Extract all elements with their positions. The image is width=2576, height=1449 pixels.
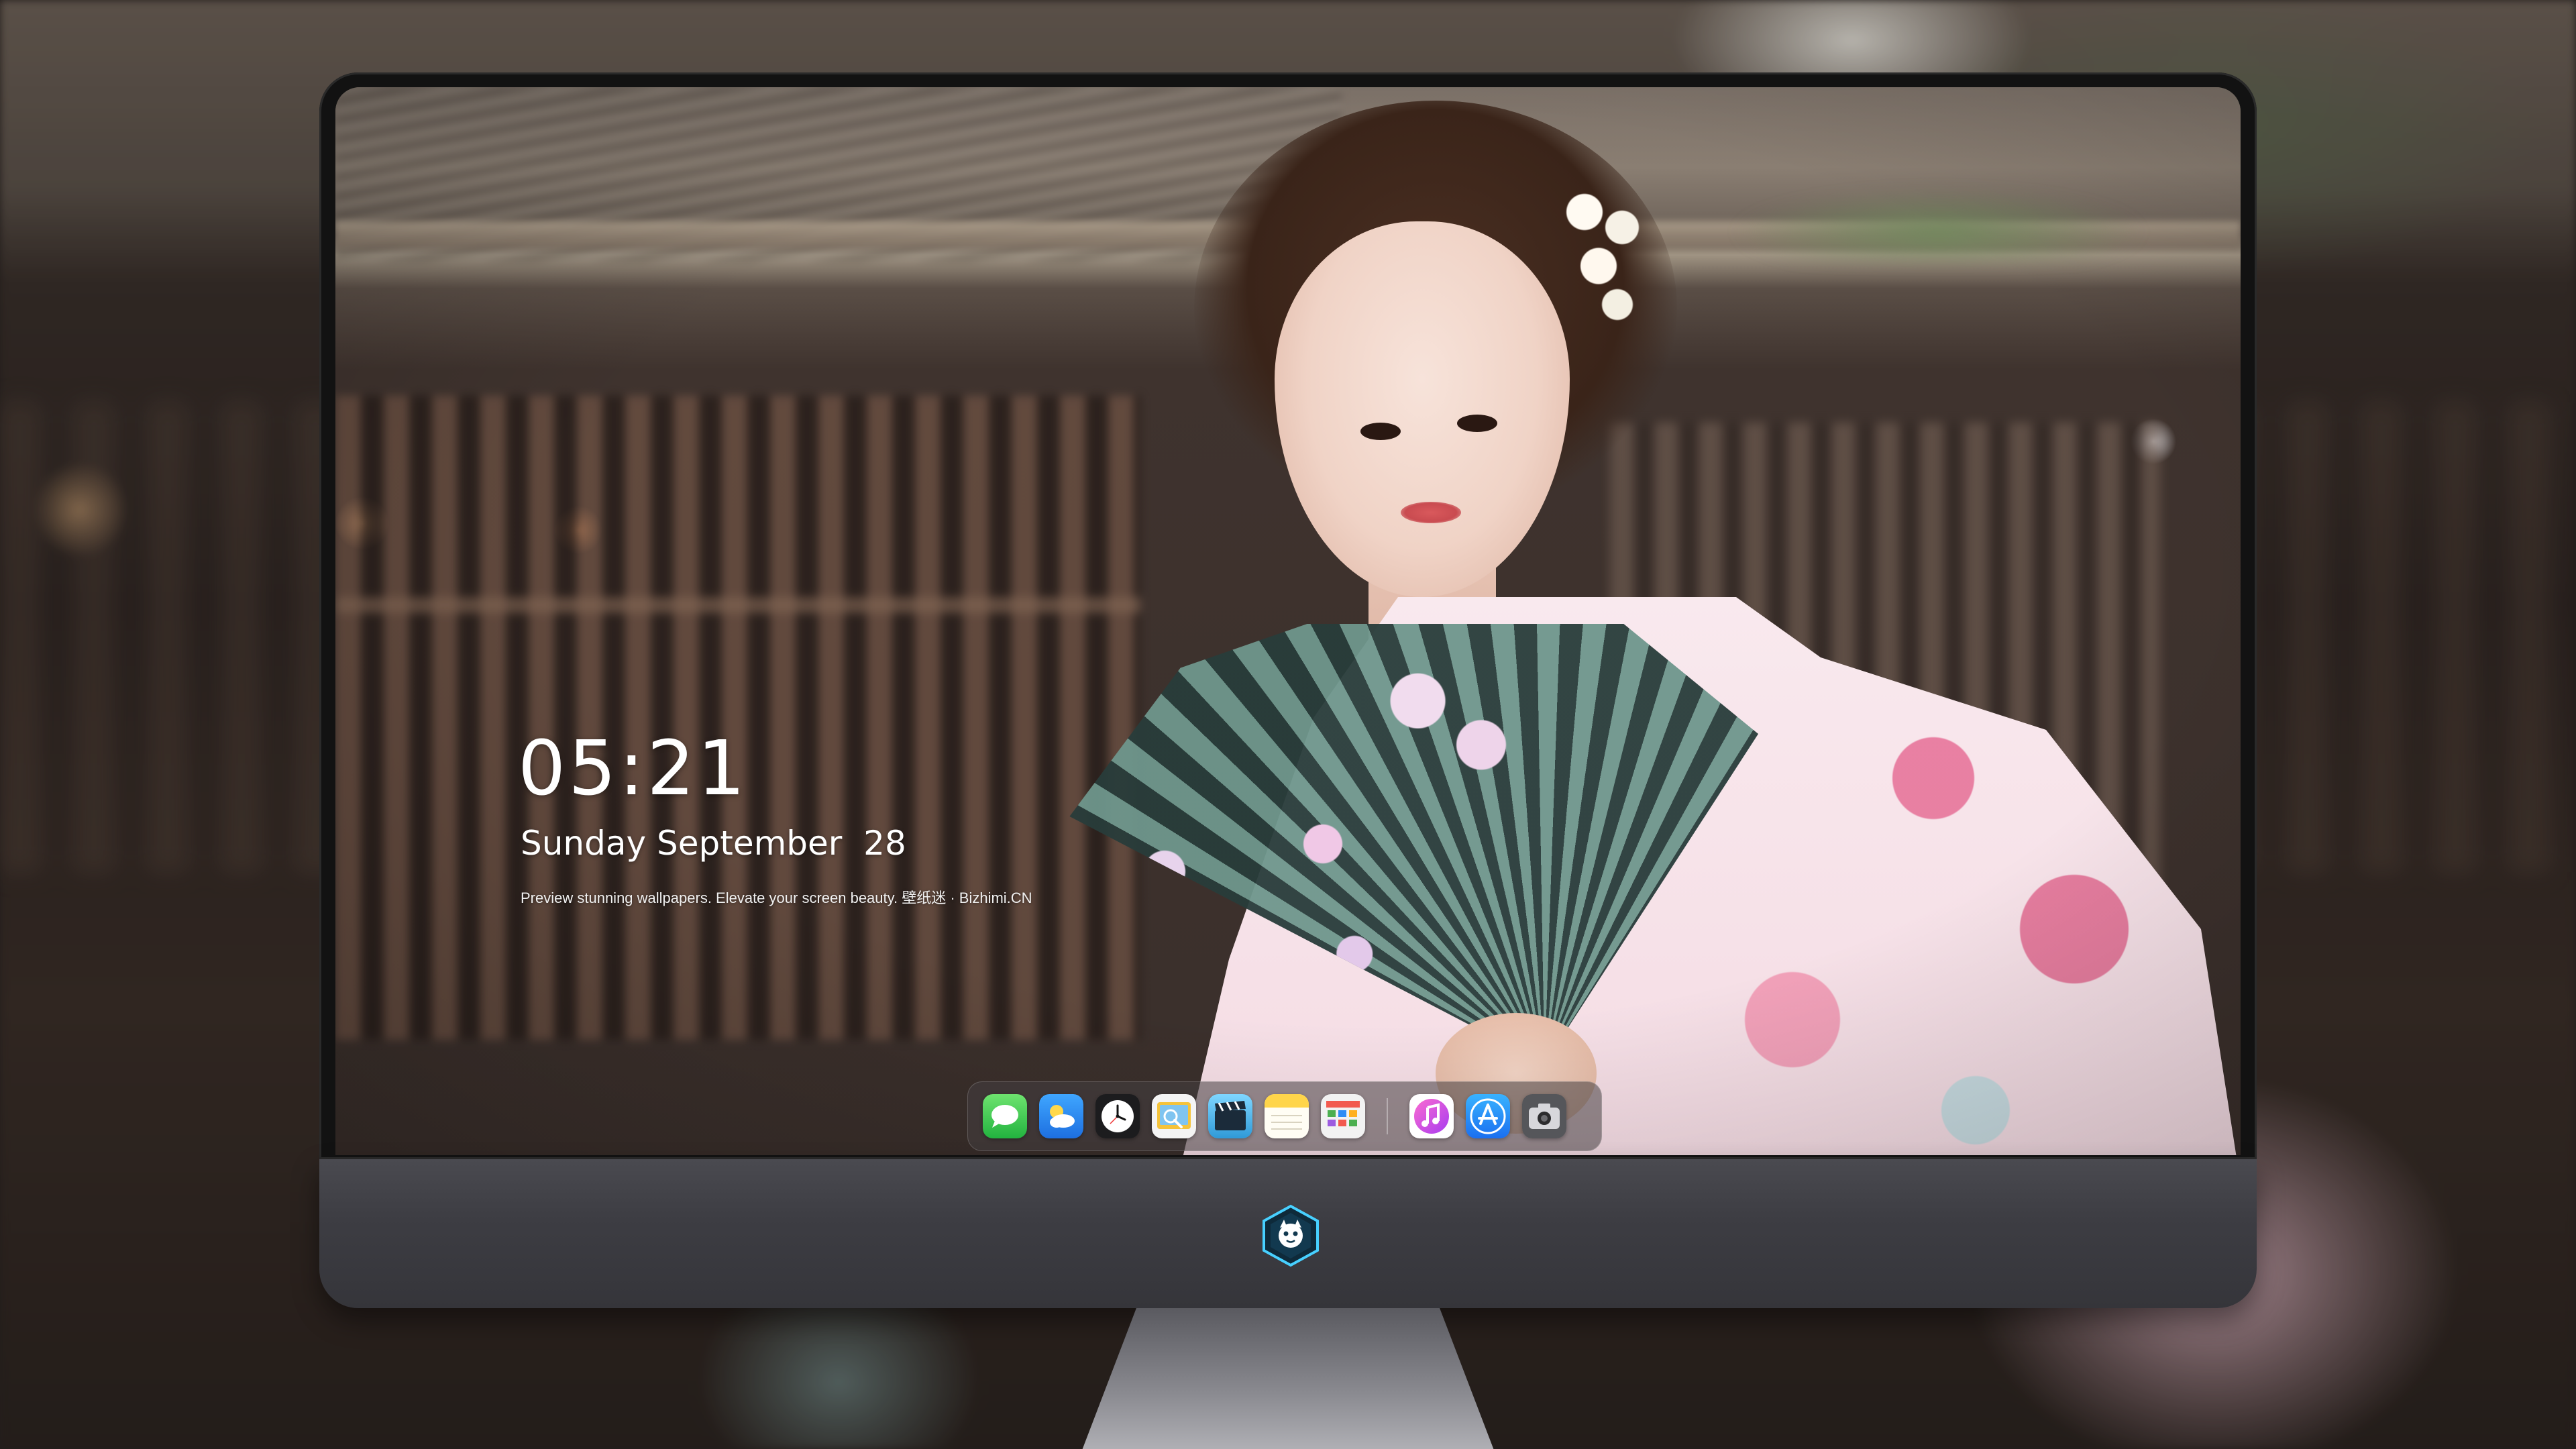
lockscreen-tagline: Preview stunning wallpapers. Elevate you… xyxy=(521,890,1032,906)
lock-screen[interactable]: 05:21 Sunday September 28 Preview stunni… xyxy=(335,87,2241,1155)
dock xyxy=(967,1081,1602,1151)
dock-separator xyxy=(1387,1098,1388,1134)
monitor: 05:21 Sunday September 28 Preview stunni… xyxy=(319,72,2257,1449)
weather-icon[interactable] xyxy=(1039,1094,1083,1138)
app-store-icon[interactable] xyxy=(1466,1094,1510,1138)
desktop-stage: 05:21 Sunday September 28 Preview stunni… xyxy=(0,0,2576,1449)
wallpaper-vignette xyxy=(335,87,2241,1155)
brand-logo-icon xyxy=(1258,1203,1323,1268)
music-icon[interactable] xyxy=(1409,1094,1454,1138)
lockscreen-date: Sunday September 28 xyxy=(521,824,906,863)
clips-icon[interactable] xyxy=(1208,1094,1252,1138)
notes-icon[interactable] xyxy=(1265,1094,1309,1138)
camera-icon[interactable] xyxy=(1522,1094,1566,1138)
messages-icon[interactable] xyxy=(983,1094,1027,1138)
calendar-icon[interactable] xyxy=(1321,1094,1365,1138)
monitor-stand-neck xyxy=(1077,1308,1499,1449)
preview-icon[interactable] xyxy=(1152,1094,1196,1138)
clock-icon[interactable] xyxy=(1095,1094,1140,1138)
lockscreen-clock: 05:21 xyxy=(518,725,748,812)
